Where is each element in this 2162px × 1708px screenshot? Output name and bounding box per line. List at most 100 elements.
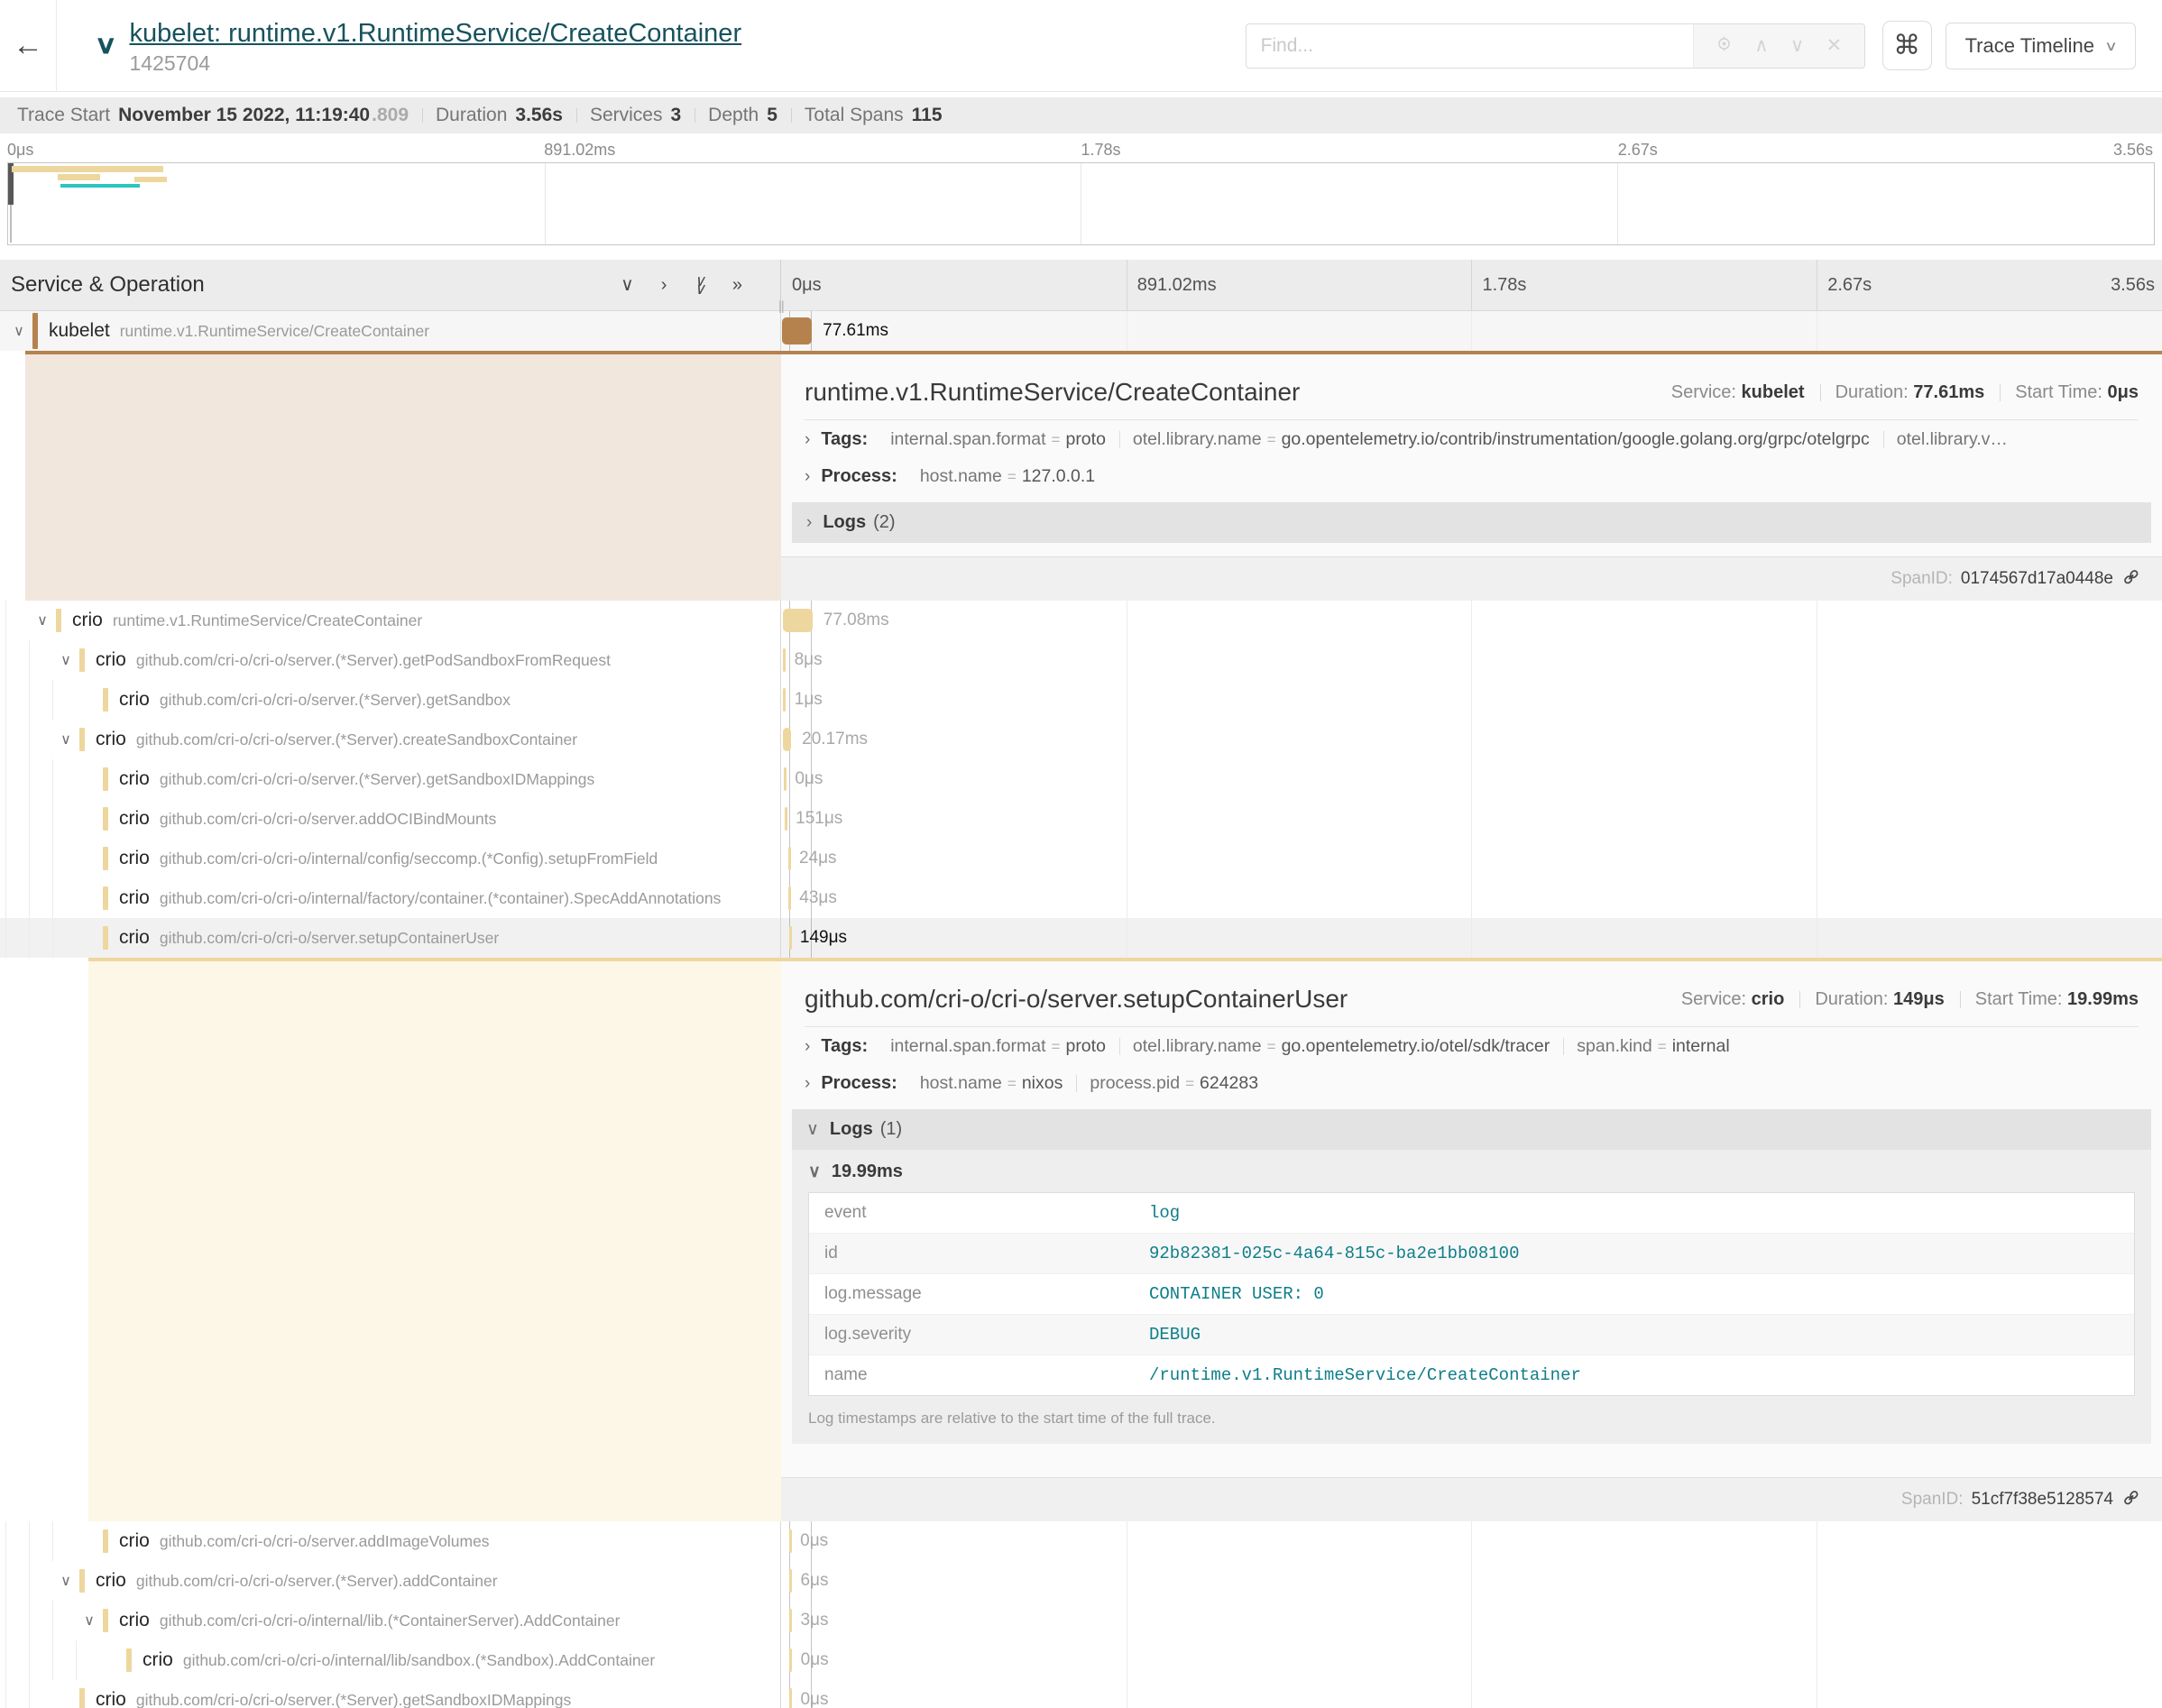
- span-timeline-cell[interactable]: 3μs: [781, 1601, 2162, 1640]
- minimap-canvas[interactable]: [7, 162, 2155, 245]
- span-duration-bar[interactable]: [788, 886, 791, 910]
- span-toggle-icon[interactable]: ∨: [29, 611, 56, 629]
- span-name-cell[interactable]: ∨criogithub.com/cri-o/cri-o/server.(*Ser…: [0, 1561, 781, 1601]
- tags-row[interactable]: ›Tags:internal.span.format=protootel.lib…: [805, 1027, 2139, 1064]
- span-row[interactable]: ∨kubeletruntime.v1.RuntimeService/Create…: [0, 311, 2162, 351]
- span-row[interactable]: ∨criogithub.com/cri-o/cri-o/server.(*Ser…: [0, 759, 2162, 799]
- span-row[interactable]: ∨criogithub.com/cri-o/cri-o/server.addIm…: [0, 1521, 2162, 1561]
- span-row[interactable]: ∨crioruntime.v1.RuntimeService/CreateCon…: [0, 601, 2162, 640]
- span-duration-bar[interactable]: [784, 767, 787, 791]
- summary-item: Total Spans115: [791, 105, 956, 126]
- logs-count: (2): [873, 512, 895, 533]
- span-duration-bar[interactable]: [785, 807, 787, 831]
- find-next-icon[interactable]: ∨: [1790, 36, 1804, 55]
- span-name-cell[interactable]: ∨criogithub.com/cri-o/cri-o/internal/lib…: [0, 1640, 781, 1680]
- span-row[interactable]: ∨criogithub.com/cri-o/cri-o/internal/con…: [0, 839, 2162, 878]
- span-row[interactable]: ∨criogithub.com/cri-o/cri-o/server.(*Ser…: [0, 640, 2162, 680]
- span-duration-bar[interactable]: [789, 1688, 792, 1708]
- find-prev-icon[interactable]: ∧: [1754, 36, 1768, 55]
- locate-icon[interactable]: [1716, 35, 1733, 56]
- span-name-cell[interactable]: ∨criogithub.com/cri-o/cri-o/server.(*Ser…: [0, 680, 781, 720]
- span-toggle-icon[interactable]: ∨: [5, 322, 32, 340]
- span-name-cell[interactable]: ∨criogithub.com/cri-o/cri-o/internal/con…: [0, 839, 781, 878]
- span-duration-bar[interactable]: [789, 1529, 792, 1553]
- span-row[interactable]: ∨criogithub.com/cri-o/cri-o/server.(*Ser…: [0, 720, 2162, 759]
- find-input[interactable]: [1247, 24, 1693, 68]
- back-button[interactable]: ←: [0, 0, 57, 91]
- logs-section-header[interactable]: ›Logs(2): [792, 502, 2151, 543]
- service-color-bar: [103, 926, 108, 950]
- span-duration-bar[interactable]: [789, 1569, 792, 1593]
- span-timeline-cell[interactable]: 77.08ms: [781, 601, 2162, 640]
- span-duration-label: 77.61ms: [823, 321, 888, 341]
- span-timeline-cell[interactable]: 43μs: [781, 878, 2162, 918]
- span-timeline-cell[interactable]: 24μs: [781, 839, 2162, 878]
- process-row[interactable]: ›Process:host.name=127.0.0.1: [805, 457, 2139, 494]
- trace-title-link[interactable]: kubelet: runtime.v1.RuntimeService/Creat…: [130, 19, 742, 49]
- timeline-grid-header: Service & Operation ∨ › ∨∨ » ‖ 0μs891.02…: [0, 260, 2162, 311]
- span-row[interactable]: ∨criogithub.com/cri-o/cri-o/internal/fac…: [0, 878, 2162, 918]
- span-timeline-cell[interactable]: 1μs: [781, 680, 2162, 720]
- span-detail-accent: [88, 958, 781, 1521]
- span-toggle-icon[interactable]: ∨: [52, 1572, 79, 1590]
- column-resize-grip[interactable]: ‖: [778, 298, 785, 317]
- span-row[interactable]: ∨criogithub.com/cri-o/cri-o/server.addOC…: [0, 799, 2162, 839]
- span-row[interactable]: ∨criogithub.com/cri-o/cri-o/internal/lib…: [0, 1601, 2162, 1640]
- span-timeline-cell[interactable]: 149μs: [781, 918, 2162, 958]
- span-name-cell[interactable]: ∨criogithub.com/cri-o/cri-o/server.addIm…: [0, 1521, 781, 1561]
- service-name: crio: [72, 610, 103, 631]
- span-row[interactable]: ∨criogithub.com/cri-o/cri-o/server.(*Ser…: [0, 680, 2162, 720]
- span-timeline-cell[interactable]: 0μs: [781, 1680, 2162, 1708]
- collapse-one-icon[interactable]: ∨: [621, 276, 634, 294]
- span-row[interactable]: ∨criogithub.com/cri-o/cri-o/server.(*Ser…: [0, 1680, 2162, 1708]
- log-entry-header[interactable]: ∨19.99ms: [792, 1152, 2151, 1190]
- span-row[interactable]: ∨criogithub.com/cri-o/cri-o/server.(*Ser…: [0, 1561, 2162, 1601]
- span-toggle-icon[interactable]: ∨: [52, 730, 79, 748]
- span-timeline-cell[interactable]: 77.61ms: [781, 311, 2162, 351]
- span-name-cell[interactable]: ∨kubeletruntime.v1.RuntimeService/Create…: [0, 311, 781, 351]
- keyboard-shortcuts-button[interactable]: ⌘: [1882, 21, 1932, 70]
- span-name-cell[interactable]: ∨criogithub.com/cri-o/cri-o/internal/fac…: [0, 878, 781, 918]
- process-row[interactable]: ›Process:host.name=nixosprocess.pid=6242…: [805, 1064, 2139, 1101]
- span-duration-bar[interactable]: [789, 1609, 792, 1632]
- span-name-cell[interactable]: ∨criogithub.com/cri-o/cri-o/server.(*Ser…: [0, 1680, 781, 1708]
- span-name-cell[interactable]: ∨criogithub.com/cri-o/cri-o/server.(*Ser…: [0, 759, 781, 799]
- span-row[interactable]: ∨criogithub.com/cri-o/cri-o/internal/lib…: [0, 1640, 2162, 1680]
- span-name-cell[interactable]: ∨criogithub.com/cri-o/cri-o/internal/lib…: [0, 1601, 781, 1640]
- span-duration-bar[interactable]: [783, 609, 813, 632]
- tags-row[interactable]: ›Tags:internal.span.format=protootel.lib…: [805, 420, 2139, 457]
- span-meta-service-label: Service:: [1681, 989, 1752, 1009]
- clear-find-icon[interactable]: ✕: [1826, 36, 1843, 55]
- expand-one-icon[interactable]: ›: [661, 276, 667, 294]
- link-icon[interactable]: [2118, 564, 2148, 594]
- span-toggle-icon[interactable]: ∨: [52, 651, 79, 669]
- link-icon[interactable]: [2118, 1484, 2148, 1515]
- span-name-cell[interactable]: ∨criogithub.com/cri-o/cri-o/server.addOC…: [0, 799, 781, 839]
- span-duration-bar[interactable]: [782, 317, 812, 344]
- span-timeline-cell[interactable]: 151μs: [781, 799, 2162, 839]
- span-name-cell[interactable]: ∨crioruntime.v1.RuntimeService/CreateCon…: [0, 601, 781, 640]
- span-timeline-cell[interactable]: 0μs: [781, 1640, 2162, 1680]
- span-duration-bar[interactable]: [789, 1648, 792, 1672]
- span-timeline-cell[interactable]: 6μs: [781, 1561, 2162, 1601]
- span-name-cell[interactable]: ∨criogithub.com/cri-o/cri-o/server.(*Ser…: [0, 720, 781, 759]
- span-row[interactable]: ∨criogithub.com/cri-o/cri-o/server.setup…: [0, 918, 2162, 958]
- span-name-cell[interactable]: ∨criogithub.com/cri-o/cri-o/server.(*Ser…: [0, 640, 781, 680]
- span-timeline-cell[interactable]: 0μs: [781, 759, 2162, 799]
- expand-all-icon[interactable]: »: [732, 276, 742, 294]
- span-duration-bar[interactable]: [783, 648, 786, 672]
- span-name-cell[interactable]: ∨criogithub.com/cri-o/cri-o/server.setup…: [0, 918, 781, 958]
- span-duration-bar[interactable]: [783, 688, 786, 712]
- trace-view-selector[interactable]: Trace Timeline ∨: [1946, 23, 2136, 69]
- logs-section-header[interactable]: ∨Logs(1): [792, 1109, 2151, 1150]
- service-name: crio: [119, 768, 150, 790]
- span-duration-bar[interactable]: [783, 728, 791, 751]
- trace-collapse-icon[interactable]: ∨: [94, 30, 117, 60]
- collapse-all-icon[interactable]: ∨∨: [694, 277, 704, 294]
- span-toggle-icon[interactable]: ∨: [76, 1612, 103, 1630]
- span-duration-bar[interactable]: [789, 926, 792, 950]
- span-timeline-cell[interactable]: 0μs: [781, 1521, 2162, 1561]
- span-timeline-cell[interactable]: 8μs: [781, 640, 2162, 680]
- span-timeline-cell[interactable]: 20.17ms: [781, 720, 2162, 759]
- span-duration-bar[interactable]: [788, 847, 791, 870]
